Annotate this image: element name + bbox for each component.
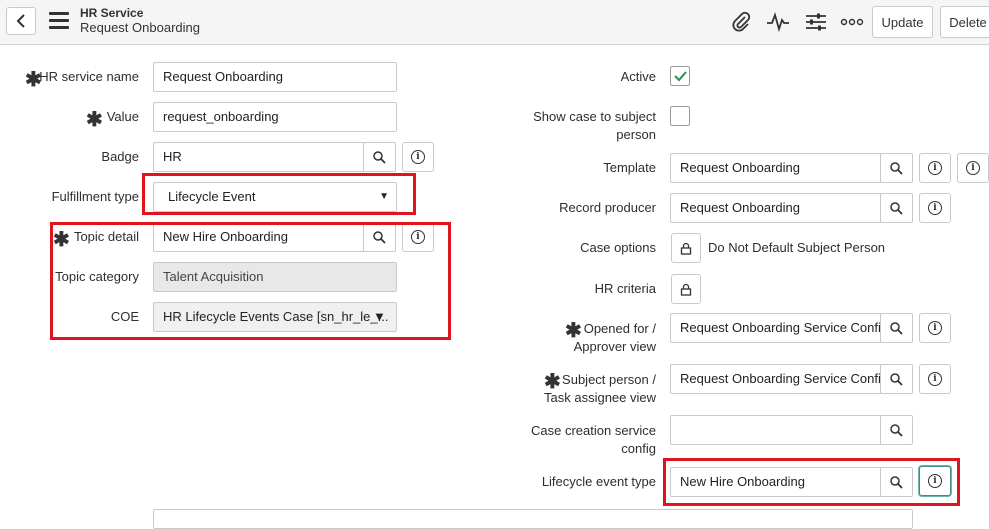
search-icon xyxy=(890,423,903,437)
badge-info-button[interactable]: i xyxy=(402,142,434,172)
subject-person-label-line2: Task assignee view xyxy=(544,390,656,405)
search-icon xyxy=(890,372,903,386)
info-icon: i xyxy=(928,321,942,335)
record-producer-info-button[interactable]: i xyxy=(919,193,951,223)
record-producer-search-button[interactable] xyxy=(880,193,913,223)
case-creation-label-line2: config xyxy=(621,441,656,456)
hr-criteria-lock-button[interactable] xyxy=(671,274,701,304)
show-case-checkbox[interactable] xyxy=(670,106,690,126)
more-icon[interactable] xyxy=(840,10,864,34)
value-label: Value xyxy=(106,109,139,124)
form-header: HR Service Request Onboarding Update Del… xyxy=(0,0,989,45)
lock-icon xyxy=(680,283,692,296)
module-title: HR Service xyxy=(80,6,144,20)
highlight-box-topic xyxy=(50,222,451,340)
update-button[interactable]: Update xyxy=(872,6,933,38)
case-creation-search-button[interactable] xyxy=(880,415,913,445)
lock-icon xyxy=(680,242,692,255)
badge-search-button[interactable] xyxy=(363,142,396,172)
active-checkbox[interactable] xyxy=(670,66,690,86)
chevron-left-icon xyxy=(16,14,25,28)
info-icon: i xyxy=(928,372,942,386)
subject-person-search-button[interactable] xyxy=(880,364,913,394)
badge-input[interactable]: HR xyxy=(153,142,364,172)
case-options-lock-button[interactable] xyxy=(671,233,701,263)
search-icon xyxy=(890,321,903,335)
search-icon xyxy=(373,150,386,164)
activity-icon[interactable] xyxy=(766,10,790,34)
badge-label: Badge xyxy=(101,149,139,164)
record-producer-input[interactable]: Request Onboarding xyxy=(670,193,882,223)
template-input[interactable]: Request Onboarding xyxy=(670,153,882,183)
opened-for-label-line2: Approver view xyxy=(573,339,656,354)
opened-for-info-button[interactable]: i xyxy=(919,313,951,343)
sliders-icon[interactable] xyxy=(804,10,828,34)
info-icon: i xyxy=(966,161,980,175)
highlight-box-fulfillment xyxy=(142,173,416,215)
info-icon: i xyxy=(928,161,942,175)
active-label: Active xyxy=(620,69,656,84)
opened-for-label-line1: Opened for / xyxy=(583,321,656,336)
back-button[interactable] xyxy=(6,7,36,35)
case-creation-input[interactable] xyxy=(670,415,882,445)
info-icon: i xyxy=(928,201,942,215)
show-case-label-line1: Show case to subject xyxy=(533,109,656,124)
template-search-button[interactable] xyxy=(880,153,913,183)
search-icon xyxy=(890,161,903,175)
subject-person-label-line1: Subject person / xyxy=(562,372,656,387)
hr-criteria-label: HR criteria xyxy=(594,281,656,296)
opened-for-input[interactable]: Request Onboarding Service Config xyxy=(670,313,882,343)
subject-person-info-button[interactable]: i xyxy=(919,364,951,394)
case-options-label: Case options xyxy=(580,240,656,255)
opened-for-search-button[interactable] xyxy=(880,313,913,343)
hr-service-name-label: HR service name xyxy=(39,69,139,84)
highlight-box-lifecycle xyxy=(663,458,960,506)
case-creation-label-line1: Case creation service xyxy=(531,423,656,438)
checkmark-icon xyxy=(674,71,687,82)
paperclip-icon[interactable] xyxy=(729,10,753,34)
template-info-button-2[interactable]: i xyxy=(957,153,989,183)
template-label: Template xyxy=(603,160,656,175)
record-producer-label: Record producer xyxy=(559,200,656,215)
record-title: Request Onboarding xyxy=(80,20,200,35)
delete-button[interactable]: Delete xyxy=(940,6,989,38)
show-case-label-line2: person xyxy=(616,127,656,142)
value-input[interactable]: request_onboarding xyxy=(153,102,397,132)
fulfillment-type-label: Fulfillment type xyxy=(51,189,139,204)
case-options-value: Do Not Default Subject Person xyxy=(708,240,886,255)
search-icon xyxy=(890,201,903,215)
hamburger-icon[interactable] xyxy=(49,12,69,30)
info-icon: i xyxy=(411,150,425,164)
hr-service-name-input[interactable]: Request Onboarding xyxy=(153,62,397,92)
lifecycle-event-type-label: Lifecycle event type xyxy=(541,474,656,489)
template-info-button[interactable]: i xyxy=(919,153,951,183)
bottom-textarea[interactable] xyxy=(153,509,913,529)
subject-person-input[interactable]: Request Onboarding Service Config xyxy=(670,364,882,394)
